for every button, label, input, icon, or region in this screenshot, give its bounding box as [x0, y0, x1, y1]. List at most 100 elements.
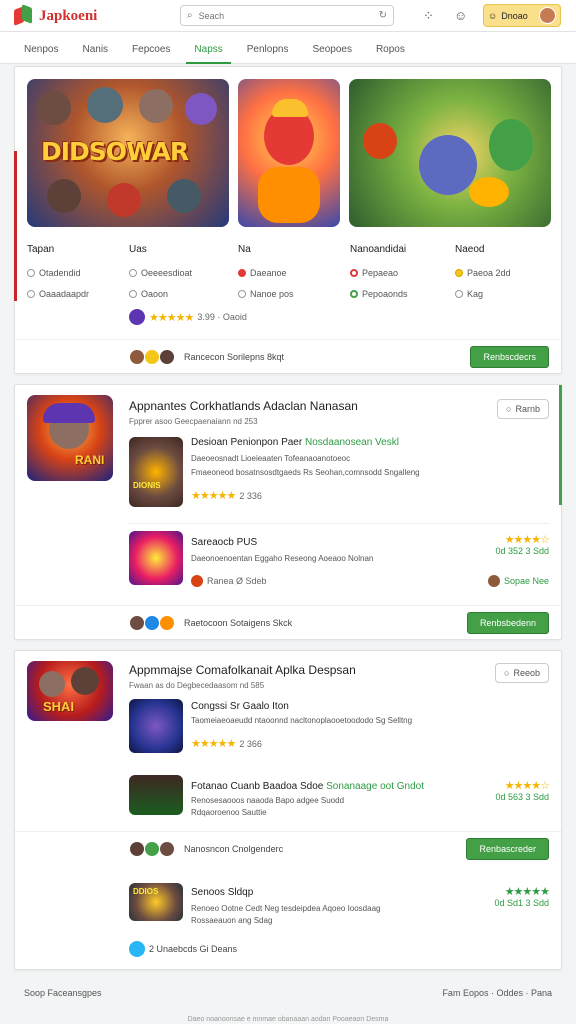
- red-dot-icon: [238, 269, 246, 277]
- column-row: Daeanoe: [238, 268, 294, 278]
- app-icon: [129, 531, 183, 585]
- account-label: Dnoao: [501, 10, 528, 21]
- circle-icon: [238, 290, 246, 298]
- bottom-text: 2 Unaebcds Gi Deans: [149, 944, 238, 954]
- info-column-2: Uas Oeeeesdioat Oaoon: [129, 244, 192, 310]
- column-row: Pepaeao: [350, 268, 408, 278]
- review-button[interactable]: ○ Reeob: [495, 663, 549, 683]
- column-heading: Naeod: [455, 244, 485, 255]
- star-rating-icon: ★★★★☆: [504, 534, 550, 546]
- accent-bar: [14, 151, 17, 301]
- bottom-meta: 2 Unaebcds Gi Deans: [129, 941, 237, 957]
- yellow-dot-icon: [455, 269, 463, 277]
- app-icon: [129, 775, 183, 815]
- column-row: Oeeeesdioat: [129, 268, 192, 278]
- icon-label: RANI: [75, 453, 105, 467]
- tab-1[interactable]: Nenpos: [16, 32, 66, 64]
- avatar: [144, 348, 160, 365]
- app-description: Taomeiaeoaeudd ntaoonnd nacltonoplaooeto…: [191, 716, 413, 725]
- section-title: Appnantes Corkhatlands Adaclan Nanasan: [129, 399, 358, 413]
- footer-left-link[interactable]: Soop Faceansgpes: [24, 988, 102, 998]
- logo-icon: [14, 4, 34, 26]
- column-row: Kag: [455, 289, 511, 299]
- avatar: [129, 840, 145, 857]
- tab-2[interactable]: Nanis: [74, 32, 116, 64]
- app-logo[interactable]: Japkoeni: [14, 4, 97, 26]
- featured-banner-2[interactable]: [238, 79, 340, 227]
- app-extra: Sopae Nee: [487, 575, 549, 587]
- section-title: Appmmajse Comafolkanait Aplka Despsan: [129, 663, 356, 677]
- icon-label: SHAI: [43, 699, 75, 714]
- avatar: [487, 575, 500, 587]
- info-column-4: Nanoandidai Pepaeao Pepoaonds: [350, 244, 408, 310]
- app-rating: ★★★★★ 2 336: [191, 490, 262, 502]
- smiley-icon[interactable]: ☺: [454, 8, 467, 23]
- badge-icon: [129, 309, 145, 325]
- section-subtitle: Fwaan as do Degbecedaasom nd 585: [129, 681, 265, 690]
- featured-banner-3[interactable]: [349, 79, 551, 227]
- person-icon: ☺: [488, 10, 498, 21]
- banner-title: DIDSOWAR: [41, 137, 189, 166]
- app-description: Renosesaooos naaoda Bapo adgee Suodd: [191, 796, 345, 805]
- search-input[interactable]: [198, 10, 373, 21]
- circle-icon: [27, 290, 35, 298]
- avatar: [144, 614, 160, 631]
- app-description: Daeonoenoentan Eggaho Reseong Aoeaoo Nol…: [191, 554, 374, 563]
- circle-icon: ○: [504, 668, 510, 678]
- circle-icon: [129, 269, 137, 277]
- section-action-button[interactable]: Renbsbedenn: [466, 611, 549, 634]
- app-icon: DIONIS: [129, 437, 183, 507]
- avatar: [144, 840, 160, 857]
- app-row[interactable]: DIONIS Desioan Penionpon Paer Nosdaanose…: [129, 437, 549, 509]
- app-name: Senoos Sldqp: [191, 887, 254, 898]
- tab-7[interactable]: Ropos: [368, 32, 413, 64]
- tab-5[interactable]: Penlopns: [239, 32, 297, 64]
- section-action-button[interactable]: Renbascreder: [466, 837, 549, 860]
- footer-right-links[interactable]: Fam Eopos · Oddes · Pana: [442, 988, 552, 998]
- app-name: Desioan Penionpon Paer Nosdaanosean Vesk…: [191, 437, 399, 448]
- avatar: [129, 614, 145, 631]
- account-button[interactable]: ☺ Dnoao: [483, 4, 561, 27]
- info-column-1: Tapan Otadendid Oaaadaapdr: [27, 244, 89, 310]
- green-ring-icon: [350, 290, 358, 298]
- tab-4-active[interactable]: Napss: [186, 32, 231, 64]
- refresh-icon[interactable]: ↻: [379, 10, 387, 21]
- column-heading: Tapan: [27, 244, 55, 255]
- nav-tabs: Nenpos Nanis Fepcoes Napss Penlopns Seop…: [0, 32, 576, 64]
- featured-banner-1[interactable]: DIDSOWAR: [27, 79, 229, 227]
- tab-6[interactable]: Seopoes: [304, 32, 359, 64]
- app-description: Fmaeoneod bosatnsosdtgaeds Rs Seohan,com…: [191, 468, 420, 477]
- avatar: [539, 7, 556, 24]
- column-heading: Na: [238, 244, 251, 255]
- search-icon: ⌕: [187, 10, 193, 21]
- footer-text: Raetocoon Sotaigens Skck: [184, 617, 293, 628]
- app-rating-right: ★★★★★ 0d Sd1 3 Sdd: [494, 886, 550, 908]
- app-icon: DDIOS: [129, 883, 183, 921]
- avatar: [159, 840, 175, 857]
- circle-icon: ○: [506, 404, 512, 414]
- rating-text: 3.99 · Oaoid: [197, 312, 247, 322]
- section-app-icon[interactable]: RANI: [27, 395, 113, 481]
- red-ring-icon: [350, 269, 358, 277]
- top-bar: Japkoeni ⌕ ↻ ⁘ ☺ ☺ Dnoao: [0, 0, 576, 32]
- app-row[interactable]: Congssi Sr Gaalo Iton Taomeiaeoaeudd nta…: [129, 699, 549, 755]
- circle-icon: [27, 269, 35, 277]
- app-row[interactable]: Fotanao Cuanb Baadoa Sdoe Sonanaage oot …: [129, 775, 550, 819]
- info-icon: [129, 941, 145, 957]
- featured-action-button[interactable]: Renbscdecrs: [470, 345, 549, 368]
- star-rating-icon: ★★★★★: [191, 738, 236, 750]
- search-bar[interactable]: ⌕ ↻: [180, 5, 394, 26]
- tab-3[interactable]: Fepcoes: [124, 32, 178, 64]
- section-app-icon[interactable]: SHAI: [27, 661, 113, 721]
- grid-icon[interactable]: ⁘: [423, 8, 434, 24]
- avatar: [159, 348, 175, 365]
- column-heading: Nanoandidai: [350, 244, 407, 255]
- column-row: Oaaadaapdr: [27, 289, 89, 299]
- review-button[interactable]: ○ Rarnb: [497, 399, 549, 419]
- app-row[interactable]: Sareaocb PUS Daeonoenoentan Eggaho Reseo…: [129, 531, 550, 587]
- card-footer: Rancecon Sorilepns 8kqt Renbscdecrs: [15, 339, 561, 373]
- app-description: Rossaeauon ang Sdag: [191, 916, 273, 925]
- avatar: [159, 614, 175, 631]
- app-row[interactable]: DDIOS Senoos Sldqp Renoeo Ootne Cedt Neg…: [129, 883, 550, 927]
- app-rating: ★★★★★ 2 366: [191, 738, 262, 750]
